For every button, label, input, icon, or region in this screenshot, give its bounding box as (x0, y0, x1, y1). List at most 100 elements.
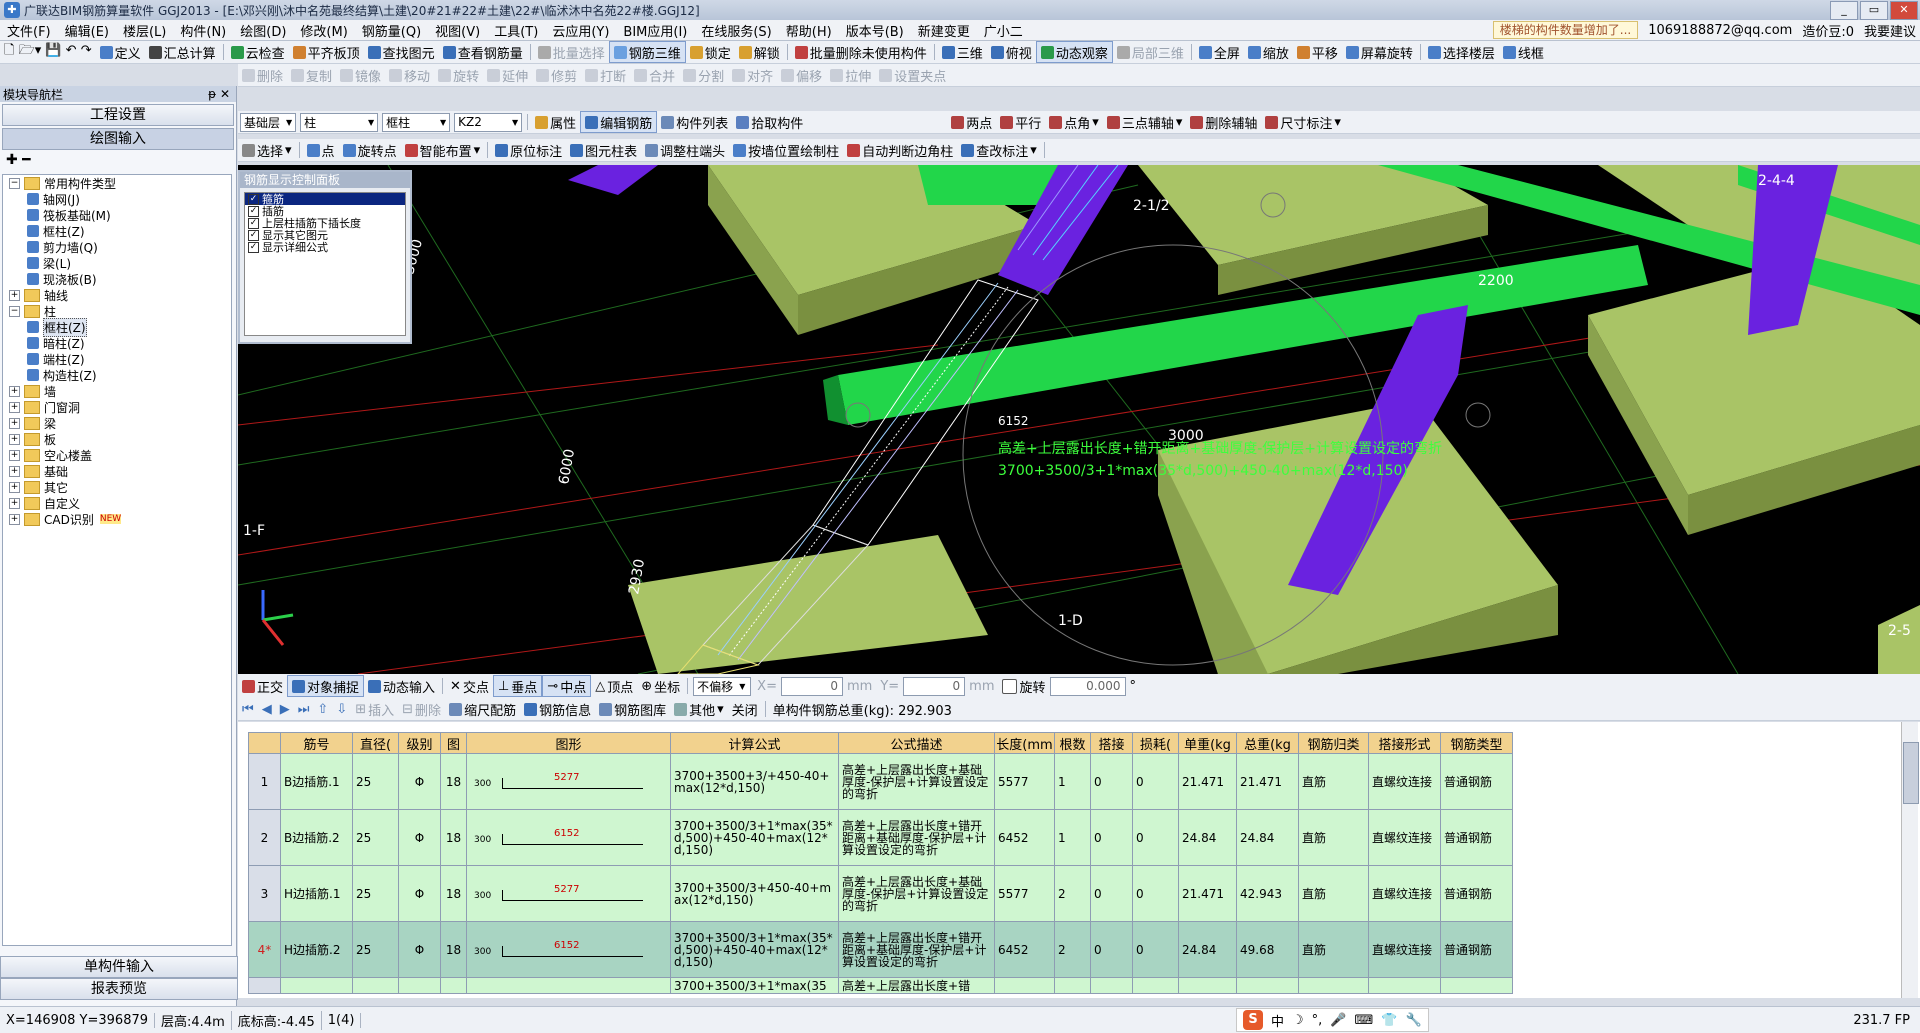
tree-node[interactable]: 框柱(Z) (3, 223, 231, 239)
modify-button[interactable]: 合并 (630, 65, 679, 85)
shape-cell[interactable]: 300 5277 (466, 753, 671, 810)
table-cell[interactable] (994, 977, 1055, 994)
menu-item[interactable]: 文件(F) (0, 21, 58, 40)
rotate-checkbox[interactable]: 旋转 (998, 676, 1049, 696)
menu-item[interactable]: 版本号(B) (839, 21, 911, 40)
toolbar-button[interactable]: 全屏 (1195, 42, 1244, 62)
tree-tools[interactable]: ✚ ━ (0, 152, 236, 172)
moon-icon[interactable]: ☽ (1292, 1013, 1304, 1028)
table-cell[interactable]: 高差+上层露出长度+错开距离+基础厚度-保护层+计算设置设定的弯折 (838, 809, 995, 866)
table-cell[interactable] (440, 977, 467, 994)
draw-button[interactable]: 点 (303, 140, 339, 160)
modify-button[interactable]: 旋转 (434, 65, 483, 85)
tree-node[interactable]: 剪力墙(Q) (3, 239, 231, 255)
checkbox-icon[interactable]: ✓ (248, 241, 259, 253)
table-row[interactable]: 3700+3500/3+1*max(35 高差+上层露出长度+错 (248, 977, 1513, 994)
table-cell[interactable]: 18 (440, 865, 467, 922)
tree-node[interactable]: 构造柱(Z) (3, 367, 231, 383)
table-cell[interactable] (1236, 977, 1299, 994)
checkbox-icon[interactable]: ✓ (248, 193, 259, 205)
x-input[interactable]: 0 (780, 676, 843, 696)
expand-icon[interactable]: + (9, 481, 20, 493)
table-cell[interactable]: 3700+3500/3+1*max(35 (670, 977, 839, 994)
project-settings-button[interactable]: 工程设置 (2, 104, 234, 126)
modify-button[interactable]: 打断 (581, 65, 630, 85)
table-cell[interactable] (1440, 977, 1513, 994)
draw-button[interactable]: 查改标注 ▾ (957, 140, 1041, 160)
menu-item[interactable]: 云应用(Y) (545, 21, 616, 40)
table-cell[interactable]: H边插筋.1 (280, 865, 353, 922)
tree-node[interactable]: 暗柱(Z) (3, 335, 231, 351)
intersection-snap-button[interactable]: ✕ 交点 (446, 676, 493, 696)
type-select[interactable]: 柱 ▼ (300, 112, 379, 132)
table-cell[interactable]: 18 (440, 753, 467, 810)
vertex-snap-button[interactable]: △ 顶点 (591, 676, 637, 696)
table-cell[interactable] (1090, 977, 1133, 994)
modify-button[interactable]: 分割 (679, 65, 728, 85)
table-cell[interactable]: 25 (352, 865, 399, 922)
tree-node[interactable]: + 空心楼盖 (3, 447, 231, 463)
quick-access-buttons[interactable]: 🗋 🗁▾ 💾 ↶ ↷ (0, 42, 96, 62)
table-cell[interactable]: 0 (1090, 865, 1133, 922)
expand-icon[interactable]: + (9, 289, 20, 301)
table-cell[interactable]: 1 (1054, 809, 1091, 866)
y-input[interactable]: 0 (903, 676, 966, 696)
menu-item[interactable]: BIM应用(I) (616, 21, 694, 40)
toolbar-button[interactable]: 动态观察 (1035, 41, 1113, 63)
toolbar-button[interactable]: 选择楼层 (1424, 42, 1499, 62)
scale-rebar-button[interactable]: 缩尺配筋 (445, 699, 520, 719)
table-cell[interactable]: 3700+3500/3+1*max(35*d,500)+450-40+max(1… (670, 809, 839, 866)
tree-node[interactable]: − 柱 (3, 303, 231, 319)
edit-rebar-button[interactable]: 编辑钢筋 (580, 111, 658, 133)
menu-item[interactable]: 工具(T) (487, 21, 545, 40)
perpendicular-snap-button[interactable]: ⊥ 垂点 (492, 675, 543, 697)
draw-input-button[interactable]: 绘图输入 (2, 128, 234, 150)
dynamic-input-button[interactable]: 动态输入 (364, 676, 439, 696)
menu-item[interactable]: 广小二 (977, 21, 1030, 40)
table-cell[interactable]: 直筋 (1298, 753, 1369, 810)
draw-button[interactable]: 图元柱表 (566, 140, 641, 160)
draw-button[interactable]: 选择 ▾ (238, 140, 296, 160)
single-input-button[interactable]: 单构件输入 (0, 956, 238, 978)
table-cell[interactable]: 直筋 (1298, 865, 1369, 922)
table-cell[interactable]: 直筋 (1298, 809, 1369, 866)
modify-button[interactable]: 偏移 (777, 65, 826, 85)
suggest-link[interactable]: 我要建议 (1864, 21, 1916, 40)
coordinate-snap-button[interactable]: ⊕ 坐标 (637, 676, 684, 696)
table-cell[interactable]: 18 (440, 921, 467, 978)
menu-item[interactable]: 钢筋量(Q) (355, 21, 428, 40)
viewport-scene[interactable]: 2-4-4 2-1/2 5000 6000 2930 1-F 1-D 3000 … (238, 165, 1920, 674)
properties-button[interactable]: 属性 (531, 112, 580, 132)
toolbar-button[interactable]: 屏幕旋转 (1342, 42, 1417, 62)
scroll-thumb[interactable] (1903, 742, 1919, 804)
table-cell[interactable]: 21.471 (1236, 753, 1299, 810)
table-cell[interactable]: 0 (1090, 753, 1133, 810)
collapse-icon[interactable]: − (9, 177, 20, 189)
toolbar-button[interactable]: 局部三维 (1113, 42, 1188, 62)
toolbar-button[interactable]: 汇总计算 (145, 42, 220, 62)
punct-icon[interactable]: °, (1312, 1013, 1323, 1028)
draw-button[interactable]: 调整柱端头 (641, 140, 729, 160)
table-cell[interactable]: 高差+上层露出长度+基础厚度-保护层+计算设置设定的弯折 (838, 865, 995, 922)
toolbar-button[interactable]: 解锁 (735, 42, 784, 62)
dimension-button[interactable]: 尺寸标注 ▾ (1261, 112, 1345, 132)
menu-item[interactable]: 帮助(H) (779, 21, 839, 40)
grid-scrollbar[interactable] (1901, 722, 1919, 998)
shape-cell[interactable]: 300 6152 (466, 809, 671, 866)
shape-cell[interactable]: 300 5277 (466, 865, 671, 922)
tree-node[interactable]: + 其它 (3, 479, 231, 495)
table-cell[interactable]: 普通钢筋 (1440, 865, 1513, 922)
table-cell[interactable]: 42.943 (1236, 865, 1299, 922)
rebar-display-option[interactable]: ✓ 显示详细公式 (245, 241, 405, 254)
minimize-button[interactable]: _ (1830, 1, 1858, 20)
tree-node[interactable]: 端柱(Z) (3, 351, 231, 367)
aux-three-points-button[interactable]: 三点辅轴 ▾ (1103, 112, 1187, 132)
tree-node[interactable]: 筏板基础(M) (3, 207, 231, 223)
table-cell[interactable]: 21.471 (1178, 753, 1237, 810)
checkbox-icon[interactable]: ✓ (248, 217, 259, 229)
menu-item[interactable]: 在线服务(S) (694, 21, 778, 40)
expand-icon[interactable]: + (9, 513, 20, 525)
table-cell[interactable]: H边插筋.2 (280, 921, 353, 978)
aux-point-angle-button[interactable]: 点角 ▾ (1045, 112, 1103, 132)
table-cell[interactable]: 21.471 (1178, 865, 1237, 922)
